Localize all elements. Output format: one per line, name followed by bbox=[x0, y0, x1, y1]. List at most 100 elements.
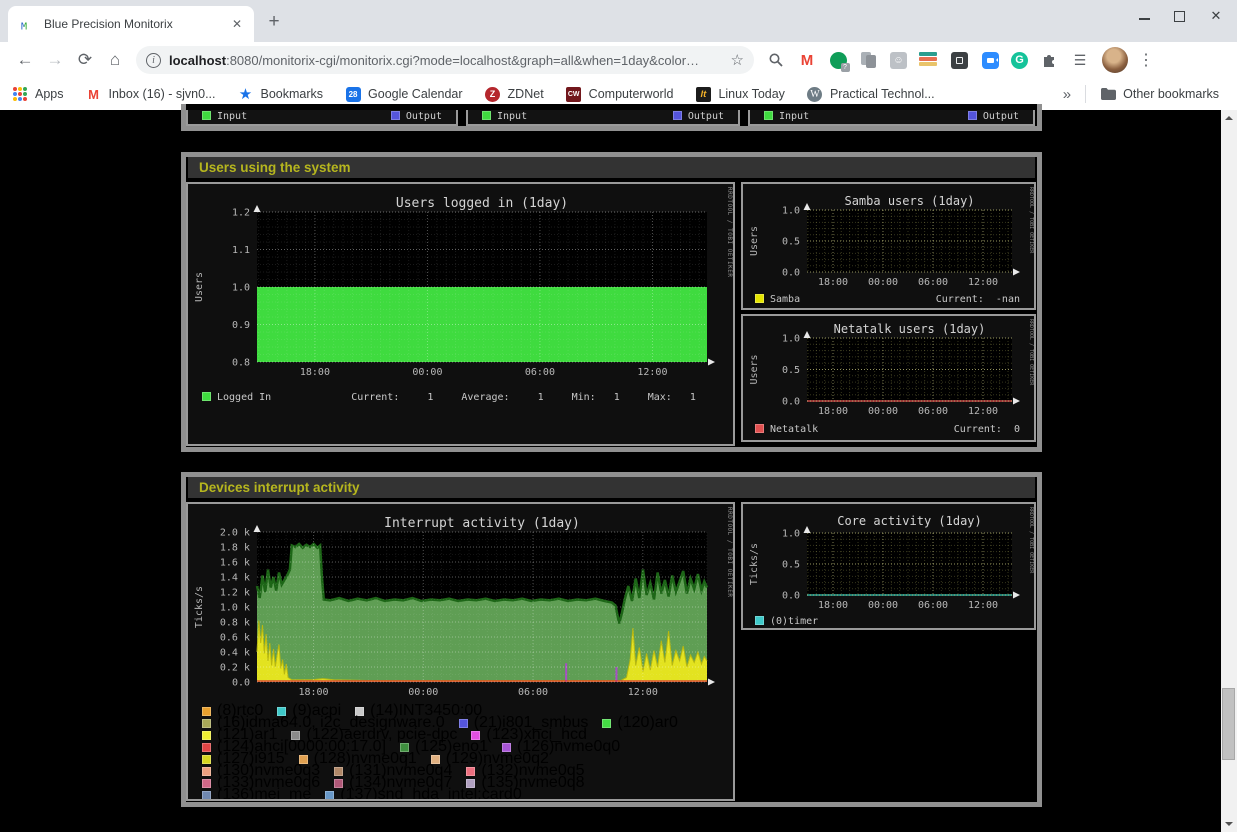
gmail-icon[interactable]: M bbox=[797, 50, 817, 70]
scrollbar-thumb[interactable] bbox=[1222, 688, 1235, 760]
browser-window: M Blue Precision Monitorix ✕ + ✕ ← → ⟳ ⌂… bbox=[0, 0, 1237, 832]
legend-input: Input bbox=[202, 111, 247, 122]
browser-toolbar: ← → ⟳ ⌂ i localhost:8080/monitorix-cgi/m… bbox=[0, 42, 1237, 78]
network-graph-cutoff-1[interactable]: Input Output bbox=[186, 110, 458, 126]
svg-text:Users: Users bbox=[749, 354, 760, 384]
svg-text:M: M bbox=[21, 22, 27, 33]
bookmark-bookmarks[interactable]: ★ Bookmarks bbox=[238, 86, 324, 102]
svg-text:06:00: 06:00 bbox=[918, 277, 948, 288]
legend-input: Input bbox=[764, 111, 809, 122]
bookmark-star-icon[interactable]: ☆ bbox=[731, 51, 744, 69]
legend-item: (120)ar0 bbox=[602, 714, 677, 731]
search-icon[interactable] bbox=[766, 50, 786, 70]
interrupt-activity-panel: Interrupt activity (1day) 2.0 k1.8 k1.6 … bbox=[186, 502, 735, 801]
computerworld-icon: CW bbox=[566, 87, 581, 102]
svg-text:0.5: 0.5 bbox=[782, 365, 800, 376]
reload-icon[interactable]: ⟳ bbox=[70, 46, 100, 74]
other-bookmarks-label: Other bookmarks bbox=[1123, 87, 1219, 101]
svg-text:1.0 k: 1.0 k bbox=[220, 603, 250, 614]
bookmark-label: Practical Technol... bbox=[830, 87, 935, 101]
svg-text:00:00: 00:00 bbox=[868, 600, 898, 610]
netatalk-users-panel: Netatalk users (1day) 1.00.50.018:0000:0… bbox=[741, 314, 1036, 442]
new-tab-button[interactable]: + bbox=[262, 10, 286, 34]
scroll-up-icon[interactable] bbox=[1225, 116, 1233, 120]
legend-input: Input bbox=[482, 111, 527, 122]
svg-text:Users: Users bbox=[194, 272, 205, 302]
legend-output: Output bbox=[968, 111, 1019, 122]
window-controls: ✕ bbox=[1139, 8, 1231, 24]
svg-text:0.5: 0.5 bbox=[782, 237, 800, 248]
copy-pages-icon[interactable] bbox=[859, 50, 879, 70]
media-list-icon[interactable]: ☰ bbox=[1070, 50, 1090, 70]
voice-icon[interactable]: ? bbox=[828, 50, 848, 70]
bookmarks-overflow-icon[interactable]: » bbox=[1063, 86, 1071, 103]
svg-text:00:00: 00:00 bbox=[868, 406, 898, 417]
interrupt-activity-chart[interactable]: 2.0 k1.8 k1.6 k1.4 k1.2 k1.0 k0.8 k0.6 k… bbox=[188, 504, 735, 704]
svg-text:0.5: 0.5 bbox=[782, 560, 800, 571]
profile-avatar[interactable] bbox=[1102, 47, 1128, 73]
chart-title: Core activity (1day) bbox=[807, 514, 1012, 528]
svg-text:06:00: 06:00 bbox=[518, 687, 548, 698]
chrome-menu-icon[interactable]: ⋮ bbox=[1138, 50, 1154, 70]
minimize-icon[interactable] bbox=[1139, 12, 1150, 20]
legend-swatch bbox=[325, 791, 334, 800]
chart-title: Netatalk users (1day) bbox=[807, 322, 1012, 336]
page-info-icon[interactable]: i bbox=[146, 53, 161, 68]
scroll-down-icon[interactable] bbox=[1225, 822, 1233, 826]
other-bookmarks[interactable]: Other bookmarks bbox=[1100, 86, 1219, 102]
section-title: Users using the system bbox=[199, 160, 351, 175]
svg-text:00:00: 00:00 bbox=[412, 367, 442, 378]
home-icon[interactable]: ⌂ bbox=[100, 46, 130, 74]
bookmark-inbox[interactable]: M Inbox (16) - sjvn0... bbox=[86, 86, 216, 102]
bookmark-google-calendar[interactable]: 28 Google Calendar bbox=[345, 86, 463, 102]
bookmark-label: Linux Today bbox=[718, 87, 785, 101]
svg-text:12:00: 12:00 bbox=[637, 367, 667, 378]
forward-icon[interactable]: → bbox=[40, 46, 70, 74]
svg-text:18:00: 18:00 bbox=[818, 600, 848, 610]
back-icon[interactable]: ← bbox=[10, 46, 40, 74]
bookmark-zdnet[interactable]: Z ZDNet bbox=[485, 86, 544, 102]
network-graph-cutoff-3[interactable]: Input Output bbox=[748, 110, 1035, 126]
tab-close-icon[interactable]: ✕ bbox=[228, 15, 246, 33]
svg-text:Users: Users bbox=[749, 226, 760, 256]
vertical-scrollbar[interactable] bbox=[1221, 110, 1237, 832]
svg-text:1.0: 1.0 bbox=[232, 283, 250, 294]
tab-title: Blue Precision Monitorix bbox=[44, 17, 228, 31]
address-bar[interactable]: i localhost:8080/monitorix-cgi/monitorix… bbox=[136, 46, 754, 74]
apps-grid-icon bbox=[12, 86, 28, 102]
maximize-icon[interactable] bbox=[1174, 11, 1185, 22]
legend-swatch bbox=[755, 424, 764, 433]
url-host: localhost bbox=[169, 53, 226, 68]
grammarly-icon[interactable]: G bbox=[1011, 52, 1028, 69]
svg-text:Ticks/s: Ticks/s bbox=[194, 586, 205, 628]
svg-text:12:00: 12:00 bbox=[968, 277, 998, 288]
svg-text:0.0: 0.0 bbox=[232, 678, 250, 689]
bookmark-practical-technology[interactable]: W Practical Technol... bbox=[807, 86, 935, 102]
svg-text:0.6 k: 0.6 k bbox=[220, 633, 250, 644]
bookmark-computerworld[interactable]: CW Computerworld bbox=[566, 86, 674, 102]
svg-text:0.0: 0.0 bbox=[782, 591, 800, 602]
svg-text:1.8 k: 1.8 k bbox=[220, 543, 250, 554]
bookmark-linux-today[interactable]: lt Linux Today bbox=[695, 86, 785, 102]
bookmark-label: ZDNet bbox=[508, 87, 544, 101]
browser-tab[interactable]: M Blue Precision Monitorix ✕ bbox=[8, 6, 254, 42]
url-text[interactable]: localhost:8080/monitorix-cgi/monitorix.c… bbox=[169, 53, 725, 68]
chart-title: Interrupt activity (1day) bbox=[257, 516, 707, 531]
network-graph-cutoff-2[interactable]: Input Output bbox=[466, 110, 740, 126]
rrdtool-watermark: RRDTOOL / TOBI OETIKER bbox=[1028, 319, 1034, 385]
legend-output: Output bbox=[391, 111, 442, 122]
core-legend: (0)timer bbox=[755, 616, 818, 627]
users-logged-in-chart[interactable]: 1.21.11.00.90.818:0000:0006:0012:00Users bbox=[188, 184, 735, 384]
gray-app-icon[interactable]: ☺ bbox=[890, 52, 907, 69]
svg-text:00:00: 00:00 bbox=[408, 687, 438, 698]
svg-text:18:00: 18:00 bbox=[300, 367, 330, 378]
svg-text:06:00: 06:00 bbox=[525, 367, 555, 378]
puzzle-icon[interactable] bbox=[1039, 50, 1059, 70]
books-stack-icon[interactable] bbox=[918, 50, 938, 70]
apps-shortcut[interactable]: Apps bbox=[12, 86, 64, 102]
zoom-icon[interactable] bbox=[980, 50, 1000, 70]
svg-text:0.2 k: 0.2 k bbox=[220, 663, 250, 674]
dark-app-icon[interactable] bbox=[949, 50, 969, 70]
folder-icon bbox=[1100, 86, 1116, 102]
close-icon[interactable]: ✕ bbox=[1209, 8, 1223, 24]
